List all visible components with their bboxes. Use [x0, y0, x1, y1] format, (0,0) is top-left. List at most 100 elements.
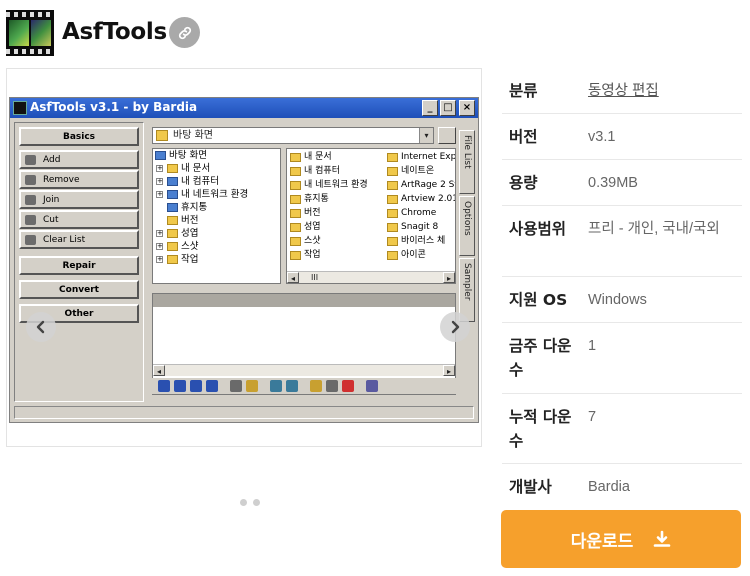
minimize-button: _: [422, 100, 438, 116]
app-title: AsfTools: [62, 19, 167, 45]
info-row-license: 사용범위 프리 - 개인, 국내/국외: [502, 206, 742, 277]
chevron-down-icon: ▾: [419, 128, 433, 143]
file-item: 내 컴퓨터: [290, 165, 368, 178]
cut-button: Cut: [19, 210, 139, 229]
info-row-category: 분류 동영상 편집: [502, 68, 742, 114]
tree-item: 바탕 화면: [153, 149, 280, 162]
tree-item: + 내 문서: [156, 163, 211, 174]
file-item: 성엽: [290, 221, 368, 234]
join-label: Join: [43, 194, 60, 205]
file-item: Internet Explo: [387, 151, 455, 164]
info-row-os: 지원 OS Windows: [502, 277, 742, 323]
window-title: AsfTools v3.1 - by Bardia: [30, 100, 198, 114]
desktop-icon: [156, 130, 168, 141]
file-item: Chrome: [387, 207, 455, 220]
folder-up-icon: [438, 127, 456, 144]
app-screenshot: AsfTools v3.1 - by Bardia _ □ × Basics A…: [9, 97, 479, 423]
info-value: Bardia: [588, 479, 630, 495]
remove-icon: [25, 175, 36, 185]
file-item: ArtRage 2 St: [387, 179, 455, 192]
file-item: 내 문서: [290, 151, 368, 164]
link-icon: [178, 26, 191, 39]
screenshot-gallery: AsfTools v3.1 - by Bardia _ □ × Basics A…: [6, 68, 482, 506]
file-item: Artview 2.01: [387, 193, 455, 206]
tree-item: + 작업: [156, 254, 199, 265]
tree-item: + 내 컴퓨터: [156, 176, 219, 187]
info-label: 분류: [509, 82, 538, 100]
info-label: 지원 OS: [509, 291, 568, 309]
file-item: 바이러스 체: [387, 235, 455, 248]
copy-link-button[interactable]: [169, 17, 200, 48]
path-value: 바탕 화면: [173, 130, 213, 141]
download-icon: [653, 530, 671, 547]
info-row-version: 버전 v3.1: [502, 114, 742, 160]
tree-item: 휴지통: [153, 201, 280, 214]
gallery-dot[interactable]: [240, 499, 247, 506]
info-value: 프리 - 개인, 국내/국외: [588, 221, 720, 237]
file-item: Snagit 8: [387, 221, 455, 234]
tab-sampler: Sampler: [459, 258, 475, 322]
file-list-scrollbar: ◂ III ▸: [287, 271, 455, 283]
join-icon: [25, 195, 36, 205]
info-value: 0.39MB: [588, 175, 638, 191]
join-button: Join: [19, 190, 139, 209]
file-item: 작업: [290, 249, 368, 262]
download-label: 다운로드: [570, 531, 634, 552]
file-list: 내 문서 내 컴퓨터 내 네트워크 환경 휴지통 버전 성엽 스샷 작업 Int…: [286, 148, 456, 284]
info-row-developer: 개발사 Bardia: [502, 464, 742, 510]
info-value: 7: [588, 409, 597, 425]
download-button[interactable]: 다운로드: [501, 510, 741, 568]
window-close-button: ×: [459, 100, 475, 116]
category-link[interactable]: 동영상 편집: [588, 79, 738, 103]
convert-button: Convert: [19, 280, 139, 299]
tree-item: 버전: [153, 214, 280, 227]
tree-item: + 내 네트워크 환경: [156, 189, 249, 200]
info-label: 사용범위: [509, 220, 567, 238]
info-label: 용량: [509, 174, 538, 192]
info-value: 1: [588, 338, 597, 354]
file-item: 네이트온: [387, 165, 455, 178]
output-scrollbar: ◂ ▸: [153, 364, 455, 376]
gallery-prev-button[interactable]: [26, 312, 56, 342]
chevron-left-icon: [36, 320, 45, 334]
gallery-next-button[interactable]: [440, 312, 470, 342]
info-row-weekly-downloads: 금주 다운수 1: [502, 323, 742, 394]
tree-item: + 성엽: [156, 228, 199, 239]
info-value: v3.1: [588, 129, 616, 145]
add-label: Add: [43, 154, 61, 165]
status-bar: [14, 406, 474, 419]
file-item: 휴지통: [290, 193, 368, 206]
gallery-dot[interactable]: [253, 499, 260, 506]
clear-list-icon: [25, 235, 36, 245]
gallery-dots: [240, 499, 260, 506]
remove-button: Remove: [19, 170, 139, 189]
basics-button: Basics: [19, 127, 139, 146]
info-label: 누적 다운수: [509, 408, 572, 450]
file-item: 버전: [290, 207, 368, 220]
tree-item: + 스샷: [156, 241, 199, 252]
path-combobox: 바탕 화면 ▾: [152, 127, 434, 144]
file-item: 아이콘: [387, 249, 455, 262]
info-row-total-downloads: 누적 다운수 7: [502, 394, 742, 464]
cut-icon: [25, 215, 36, 225]
info-value: Windows: [588, 292, 647, 308]
info-label: 버전: [509, 128, 538, 146]
folder-tree: 바탕 화면 + 내 문서 + 내 컴퓨터 + 내 네트워크 환경 휴지통 버전 + 성엽…: [152, 148, 281, 284]
file-item: 스샷: [290, 235, 368, 248]
clear-list-label: Clear List: [43, 234, 86, 245]
info-table: 분류 동영상 편집 버전 v3.1 용량 0.39MB 사용범위 프리 - 개인…: [502, 68, 742, 510]
maximize-button: □: [440, 100, 456, 116]
window-icon: [13, 101, 27, 115]
chevron-right-icon: [451, 320, 460, 334]
repair-button: Repair: [19, 256, 139, 275]
file-item: 내 네트워크 환경: [290, 179, 386, 192]
tab-options: Options: [459, 196, 475, 256]
add-button: Add: [19, 150, 139, 169]
tab-file-list: File List: [459, 130, 475, 194]
app-logo: [6, 10, 54, 56]
bottom-toolbar: [152, 378, 456, 394]
window-titlebar: AsfTools v3.1 - by Bardia _ □ ×: [10, 98, 478, 118]
remove-label: Remove: [43, 174, 80, 185]
info-label: 금주 다운수: [509, 337, 572, 379]
left-panel: Basics Add Remove Join Cut Clear List Re…: [14, 122, 144, 402]
